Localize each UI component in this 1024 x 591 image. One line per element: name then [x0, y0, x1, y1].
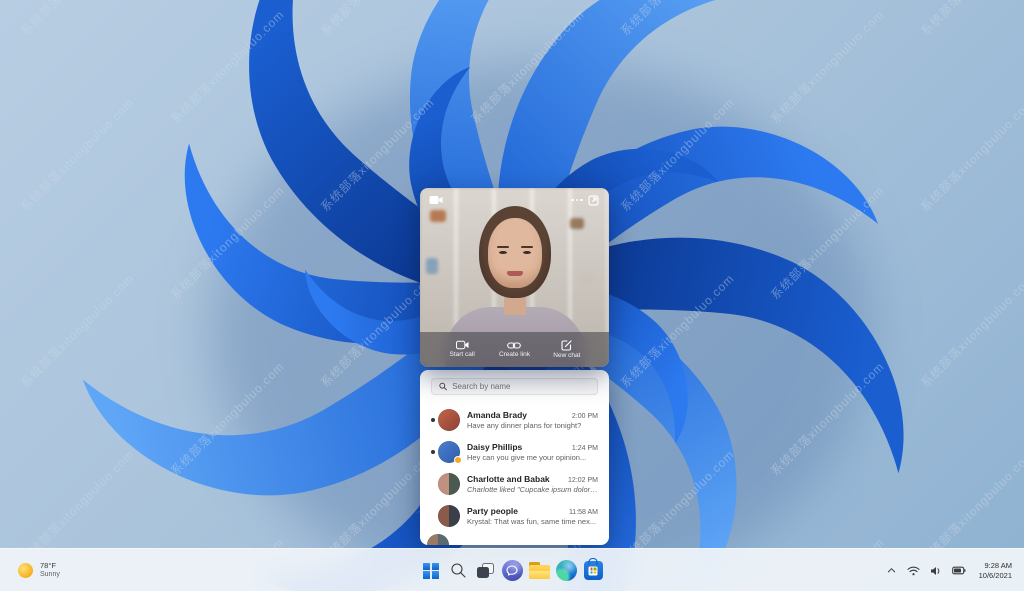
avatar: [438, 473, 460, 495]
weather-condition: Sunny: [40, 570, 60, 578]
chat-preview: Hey can you give me your opinion...: [467, 453, 587, 462]
avatar: [427, 534, 449, 545]
chat-list-item[interactable]: Party people 11:58 AM Krystal: That was …: [431, 500, 598, 532]
taskbar-search-button[interactable]: [446, 559, 470, 583]
chat-preview: Charlotte liked "Cupcake ipsum dolor see…: [467, 485, 598, 494]
new-chat-label: New chat: [553, 351, 581, 359]
battery-icon[interactable]: [949, 562, 969, 579]
avatar: [438, 505, 460, 527]
chat-name: Amanda Brady: [467, 410, 527, 420]
desktop: 系统部落xitongbuluo.com 系统部落xitongbuluo.com 系统…: [0, 0, 1024, 591]
video-camera-icon: [455, 341, 469, 350]
volume-icon[interactable]: [927, 562, 945, 580]
link-icon: [507, 342, 522, 349]
edge-button[interactable]: [554, 559, 578, 583]
chat-name: Charlotte and Babak: [467, 474, 550, 484]
teams-chat-flyout: Start call Create link New chat Search b…: [420, 188, 609, 545]
file-explorer-button[interactable]: [527, 559, 551, 583]
search-input[interactable]: [452, 382, 590, 391]
avatar: [438, 409, 460, 431]
chat-name: Daisy Phillips: [467, 442, 523, 452]
search-icon: [450, 563, 466, 578]
chat-timestamp: 2:00 PM: [571, 413, 598, 420]
tray-chevron-up-icon[interactable]: [883, 562, 900, 579]
video-camera-icon[interactable]: [428, 193, 444, 207]
compose-icon: [561, 340, 572, 351]
status-badge-icon: [454, 456, 462, 464]
microsoft-store-button[interactable]: [581, 558, 605, 583]
search-box[interactable]: [431, 378, 598, 395]
start-button[interactable]: [419, 559, 443, 583]
task-view-button[interactable]: [473, 559, 497, 583]
more-options-icon[interactable]: [569, 193, 585, 207]
video-action-bar: Start call Create link New chat: [420, 332, 609, 367]
partial-chat-row[interactable]: [420, 534, 609, 545]
time: 9:28 AM: [984, 560, 1012, 570]
widgets-weather-button[interactable]: 78°F Sunny: [10, 549, 68, 591]
avatar: [438, 441, 462, 464]
teams-chat-button[interactable]: [500, 559, 524, 583]
chat-preview: Krystal: That was fun, same time nex...: [467, 517, 597, 526]
chat-list-item[interactable]: Daisy Phillips 1:24 PM Hey can you give …: [431, 436, 598, 468]
file-explorer-icon: [528, 562, 550, 579]
chat-timestamp: 12:02 PM: [568, 477, 598, 484]
chat-timestamp: 1:24 PM: [571, 445, 598, 452]
start-call-label: Start call: [449, 351, 475, 359]
start-call-button[interactable]: Start call: [436, 332, 488, 367]
chat-panel: Amanda Brady 2:00 PM Have any dinner pla…: [420, 370, 609, 545]
open-in-window-icon[interactable]: [585, 193, 601, 207]
chat-name: Party people: [467, 506, 519, 516]
video-preview: Start call Create link New chat: [420, 188, 609, 367]
date: 10/6/2021: [978, 570, 1012, 580]
system-tray: 9:28 AM 10/6/2021: [883, 549, 1018, 591]
chat-list-item[interactable]: Charlotte and Babak 12:02 PM Charlotte l…: [431, 468, 598, 500]
new-chat-button[interactable]: New chat: [541, 332, 593, 367]
teams-chat-icon: [501, 560, 523, 581]
taskbar: 78°F Sunny 9:28 AM 10/6/2021: [0, 548, 1024, 591]
task-view-icon: [476, 563, 494, 578]
wifi-icon[interactable]: [904, 562, 923, 580]
unread-indicator: [431, 418, 435, 422]
create-link-label: Create link: [498, 350, 531, 358]
microsoft-store-icon: [583, 558, 603, 580]
search-icon: [439, 382, 447, 391]
chat-preview: Have any dinner plans for tonight?: [467, 421, 582, 430]
chat-list: Amanda Brady 2:00 PM Have any dinner pla…: [420, 404, 609, 532]
windows-logo-icon: [423, 562, 439, 579]
chat-list-item[interactable]: Amanda Brady 2:00 PM Have any dinner pla…: [431, 404, 598, 436]
weather-temperature: 78°F: [40, 561, 56, 571]
taskbar-center-icons: [419, 549, 605, 591]
unread-indicator: [431, 450, 435, 454]
clock[interactable]: 9:28 AM 10/6/2021: [973, 558, 1018, 584]
chat-timestamp: 11:58 AM: [568, 509, 598, 516]
sun-icon: [18, 563, 33, 578]
create-link-button[interactable]: Create link: [488, 332, 540, 367]
edge-icon: [555, 560, 577, 581]
